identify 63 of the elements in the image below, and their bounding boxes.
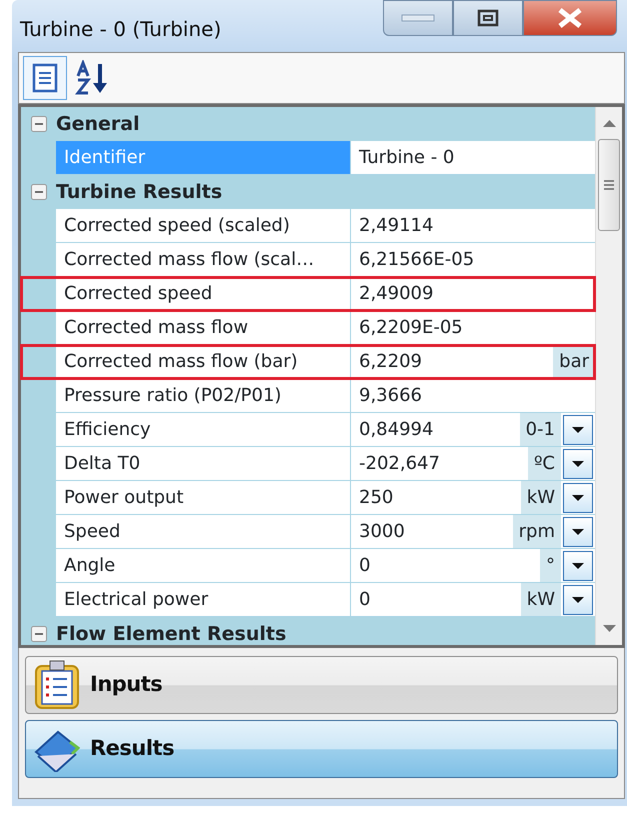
panel-button[interactable]: Inputs — [25, 656, 618, 714]
category-title: Turbine Results — [56, 180, 222, 205]
collapse-icon[interactable] — [30, 626, 46, 642]
caret-icon — [571, 528, 585, 536]
property-value: 2,49009 — [359, 282, 434, 306]
dropdown-button[interactable] — [563, 482, 593, 512]
property-value: 0,84994 — [359, 418, 434, 442]
unit-label: ° — [540, 549, 561, 582]
property-value: 0 — [359, 588, 372, 612]
property-label[interactable]: Corrected speed (scaled) — [56, 209, 351, 243]
category-title: General — [56, 112, 140, 137]
property-value: Turbine - 0 — [359, 146, 456, 170]
grip-icon — [602, 179, 616, 191]
clipboard-icon — [34, 660, 80, 710]
property-label[interactable]: Power output — [56, 481, 351, 515]
unit-label: kW — [520, 481, 561, 514]
close-icon — [557, 8, 583, 28]
caret-icon — [571, 494, 585, 502]
dropdown-button[interactable] — [563, 414, 593, 444]
property-value: 9,3666 — [359, 384, 423, 408]
property-value: 6,2209E-05 — [359, 316, 464, 340]
property-label[interactable]: Angle — [56, 549, 351, 583]
unit-label: 0-1 — [520, 413, 561, 446]
dropdown-button[interactable] — [563, 448, 593, 478]
list-icon — [31, 63, 59, 93]
property-value: 3000 — [359, 520, 406, 544]
maximize-button[interactable] — [453, 0, 523, 36]
category-title: Flow Element Results — [56, 622, 286, 647]
collapse-icon[interactable] — [30, 116, 46, 132]
property-label[interactable]: Corrected mass flow — [56, 311, 351, 345]
dropdown-button[interactable] — [563, 584, 593, 614]
collapse-icon[interactable] — [30, 184, 46, 200]
unit-label: kW — [520, 583, 561, 616]
property-value: 2,49114 — [359, 214, 434, 238]
dropdown-button[interactable] — [563, 516, 593, 546]
unit-label: ºC — [528, 447, 561, 480]
property-label[interactable]: Speed — [56, 515, 351, 549]
caret-icon — [571, 426, 585, 434]
property-value: 0 — [359, 554, 372, 578]
dropdown-button[interactable] — [563, 550, 593, 580]
caret-icon — [571, 562, 585, 570]
property-label[interactable]: Corrected speed — [56, 277, 351, 311]
property-value: 6,21566E-05 — [359, 248, 476, 272]
unit-label: rpm — [512, 515, 561, 548]
minimize-icon — [401, 14, 435, 22]
caret-icon — [571, 460, 585, 468]
categorized-view-button[interactable] — [23, 56, 67, 100]
close-button[interactable] — [523, 0, 617, 36]
property-label[interactable]: Corrected mass flow (bar) — [56, 345, 351, 379]
property-label[interactable]: Pressure ratio (P02/P01) — [56, 379, 351, 413]
property-label[interactable]: Efficiency — [56, 413, 351, 447]
window-title: Turbine - 0 (Turbine) — [20, 16, 222, 43]
property-value: 6,2209 — [359, 350, 423, 374]
caret-icon — [571, 596, 585, 604]
scrollbar[interactable] — [595, 107, 622, 645]
property-value: -202,647 — [359, 452, 441, 476]
maximize-icon — [477, 9, 499, 27]
property-label[interactable]: Electrical power — [56, 583, 351, 617]
property-label[interactable]: Corrected mass flow (scal… — [56, 243, 351, 277]
property-value: 250 — [359, 486, 394, 510]
unit-label: bar — [553, 345, 595, 378]
property-label[interactable]: Delta T0 — [56, 447, 351, 481]
panel-button[interactable]: Results — [25, 720, 618, 778]
